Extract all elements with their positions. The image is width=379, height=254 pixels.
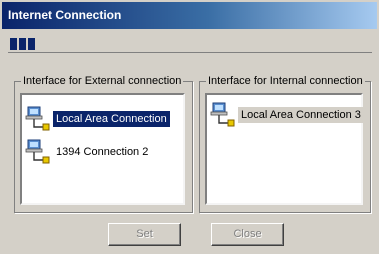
list-item-label: Local Area Connection (53, 111, 170, 127)
list-item-label: Local Area Connection 3 (238, 107, 364, 123)
list-item-local-area-connection[interactable]: Local Area Connection (25, 103, 170, 135)
list-item-label: 1394 Connection 2 (56, 146, 149, 158)
title-bar[interactable]: Internet Connection (2, 2, 377, 29)
window-title: Internet Connection (8, 8, 122, 22)
list-item-local-area-connection-3[interactable]: Local Area Connection 3 (210, 99, 364, 131)
network-connection-icon (25, 138, 51, 166)
list-item-1394-connection-2[interactable]: 1394 Connection 2 (25, 136, 151, 168)
close-button[interactable]: Close (211, 223, 284, 246)
internal-connection-list[interactable]: Local Area Connection 3 (205, 93, 364, 205)
set-button[interactable]: Set (108, 223, 181, 246)
internal-connection-group: Interface for Internal connection Local … (199, 75, 371, 213)
external-connection-legend: Interface for External connection (21, 75, 184, 87)
network-connection-icon (210, 101, 236, 129)
progress-segment (28, 38, 35, 50)
external-connection-group: Interface for External connection Local … (14, 75, 193, 213)
progress-segment (10, 38, 17, 50)
network-connection-icon (25, 105, 51, 133)
progress-bar (8, 36, 372, 53)
internet-connection-dialog: Internet Connection Interface for Extern… (0, 0, 379, 254)
progress-segment (19, 38, 26, 50)
internal-connection-legend: Interface for Internal connection (206, 75, 365, 87)
external-connection-list[interactable]: Local Area Connection 1394 Connection 2 (20, 93, 185, 205)
